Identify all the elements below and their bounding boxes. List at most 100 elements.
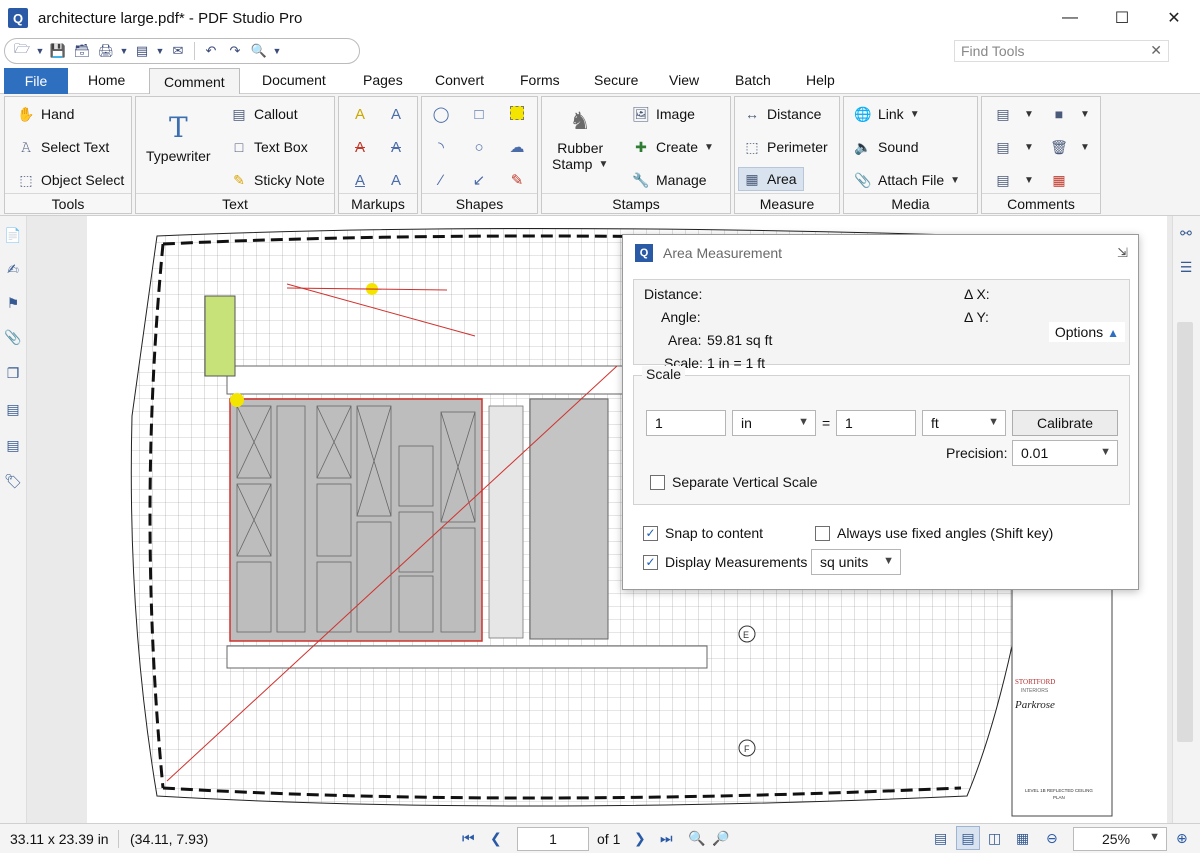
- zoom-select[interactable]: 25% ▼: [1073, 827, 1167, 851]
- highlight-icon[interactable]: A: [351, 105, 369, 123]
- area-highlight-icon[interactable]: [510, 106, 524, 120]
- attachments-icon[interactable]: 📎: [4, 328, 22, 346]
- save-icon[interactable]: 💾: [47, 41, 69, 61]
- chevron-down-icon[interactable]: ▼: [119, 41, 129, 61]
- email-icon[interactable]: ✉: [167, 41, 189, 61]
- continuous-view-icon[interactable]: ▤: [956, 826, 980, 850]
- tab-file[interactable]: File: [4, 68, 68, 94]
- layers-icon[interactable]: ▤: [4, 400, 22, 418]
- text-box-button[interactable]: □ Text Box: [230, 138, 308, 156]
- scale-from-unit-select[interactable]: in ▼: [732, 410, 816, 436]
- fixed-angles-checkbox[interactable]: Always use fixed angles (Shift key): [815, 525, 1053, 541]
- chevron-down-icon[interactable]: ▼: [272, 41, 282, 61]
- manage-button[interactable]: 🔧 Manage: [632, 171, 706, 189]
- snap-to-content-checkbox[interactable]: ✓ Snap to content: [643, 525, 763, 541]
- separate-vertical-scale-checkbox[interactable]: Separate Vertical Scale: [650, 474, 818, 490]
- rubber-stamp-button[interactable]: ♞ Rubber Stamp ▼: [552, 107, 608, 172]
- comments-list-button[interactable]: ▤ ▼: [994, 105, 1034, 123]
- chevron-down-icon[interactable]: ▼: [155, 41, 165, 61]
- underline-icon[interactable]: A: [351, 171, 369, 189]
- chevron-down-icon[interactable]: ▼: [35, 41, 45, 61]
- close-button[interactable]: ✕: [1148, 0, 1200, 36]
- facing-view-icon[interactable]: ◫: [988, 830, 1001, 847]
- options-button[interactable]: Options ▲: [1048, 322, 1125, 342]
- form-fields-icon[interactable]: ▤: [4, 436, 22, 454]
- tab-secure[interactable]: Secure: [594, 66, 638, 94]
- tab-view[interactable]: View: [669, 66, 699, 94]
- area-button[interactable]: ▦ Area: [738, 167, 804, 191]
- tag-icon[interactable]: 🏷: [4, 472, 22, 490]
- arrow-icon[interactable]: ↙: [470, 171, 488, 189]
- export-comments-button[interactable]: ▤ ▼: [994, 171, 1034, 189]
- next-view-icon[interactable]: 🔎: [712, 830, 729, 847]
- stack-icon[interactable]: ☰: [1177, 258, 1195, 276]
- scale-to-unit-select[interactable]: ft ▼: [922, 410, 1006, 436]
- pen-icon[interactable]: ✍: [4, 260, 22, 278]
- typewriter-button[interactable]: T Typewriter: [146, 111, 211, 164]
- zoom-in-icon[interactable]: ⊕: [1176, 830, 1188, 847]
- distance-button[interactable]: ↔ Distance: [743, 105, 821, 123]
- tab-document[interactable]: Document: [262, 66, 326, 94]
- flatten-comments-button[interactable]: ▦: [1050, 171, 1074, 189]
- select-text-button[interactable]: 𝙰 Select Text: [17, 138, 109, 156]
- create-button[interactable]: ✚ Create ▼: [632, 138, 714, 156]
- link-button[interactable]: 🌐 Link ▼: [854, 105, 919, 123]
- ellipse-icon[interactable]: ◯: [432, 105, 450, 123]
- next-page-icon[interactable]: ❯: [634, 830, 646, 847]
- insert-text-icon[interactable]: A‬: [387, 171, 405, 189]
- print-icon[interactable]: 🖨: [95, 41, 117, 61]
- maximize-button[interactable]: ☐: [1096, 0, 1148, 36]
- replace-text-icon[interactable]: A: [387, 138, 405, 156]
- dialog-title-bar[interactable]: Q Area Measurement ⇲: [623, 235, 1138, 271]
- perimeter-button[interactable]: ⬚ Perimeter: [743, 138, 827, 156]
- tab-forms[interactable]: Forms: [520, 66, 560, 94]
- last-page-icon[interactable]: ⏭: [660, 830, 673, 847]
- strikeout-icon[interactable]: A: [351, 138, 369, 156]
- import-comments-button[interactable]: ▤ ▼: [994, 138, 1034, 156]
- hand-tool-button[interactable]: ✋ Hand: [17, 105, 74, 123]
- delete-comments-button[interactable]: 🗑 ▼: [1050, 138, 1090, 156]
- line-icon[interactable]: ∕: [432, 171, 450, 189]
- clear-icon[interactable]: ✕: [1150, 42, 1162, 59]
- tools-panel-icon[interactable]: ⚯: [1177, 224, 1195, 242]
- open-folder-icon[interactable]: 🗁: [11, 41, 33, 61]
- sound-button[interactable]: 🔈 Sound: [854, 138, 918, 156]
- precision-select[interactable]: 0.01 ▼: [1012, 440, 1118, 466]
- popout-icon[interactable]: ⇲: [1117, 245, 1128, 261]
- continuous-facing-view-icon[interactable]: ▦: [1016, 830, 1029, 847]
- tab-comment[interactable]: Comment: [149, 68, 240, 95]
- first-page-icon[interactable]: ⏮: [462, 830, 475, 847]
- scale-to-value-input[interactable]: 1: [836, 410, 916, 436]
- find-tools-input[interactable]: Find Tools ✕: [954, 40, 1169, 62]
- single-page-view-icon[interactable]: ▤: [934, 830, 947, 847]
- thumbnails-icon[interactable]: ❐: [4, 364, 22, 382]
- sticky-note-button[interactable]: ✎ Sticky Note: [230, 171, 325, 189]
- display-measurements-checkbox[interactable]: ✓ Display Measurements: [643, 554, 807, 570]
- redo-icon[interactable]: ↷: [224, 41, 246, 61]
- vertical-scrollbar[interactable]: [1177, 322, 1193, 742]
- tab-pages[interactable]: Pages: [363, 66, 403, 94]
- page-icon[interactable]: 📄: [4, 226, 22, 244]
- save-all-icon[interactable]: 🗃: [71, 41, 93, 61]
- format-painter-button[interactable]: ■ ▼: [1050, 105, 1090, 123]
- previous-view-icon[interactable]: 🔍: [688, 830, 705, 847]
- calibrate-button[interactable]: Calibrate: [1012, 410, 1118, 436]
- object-select-button[interactable]: ⬚ Object Select: [17, 171, 124, 189]
- circle-icon[interactable]: ○: [470, 138, 488, 156]
- previous-page-icon[interactable]: ❮: [490, 830, 502, 847]
- cloud-icon[interactable]: ☁: [508, 138, 526, 156]
- display-units-select[interactable]: sq units ▼: [811, 549, 901, 575]
- arc-icon[interactable]: ◝: [432, 138, 450, 156]
- current-page-input[interactable]: 1: [517, 827, 589, 851]
- rectangle-icon[interactable]: □: [470, 105, 488, 123]
- zoom-page-icon[interactable]: 🔍: [248, 41, 270, 61]
- attach-file-button[interactable]: 📎 Attach File ▼: [854, 171, 960, 189]
- pencil-icon[interactable]: ✎: [508, 171, 526, 189]
- image-button[interactable]: 🖼 Image: [632, 105, 695, 123]
- callout-button[interactable]: ▤ Callout: [230, 105, 297, 123]
- tab-help[interactable]: Help: [806, 66, 835, 94]
- tab-convert[interactable]: Convert: [435, 66, 484, 94]
- text-color-icon[interactable]: A: [387, 105, 405, 123]
- tab-batch[interactable]: Batch: [735, 66, 771, 94]
- minimize-button[interactable]: —: [1044, 0, 1096, 36]
